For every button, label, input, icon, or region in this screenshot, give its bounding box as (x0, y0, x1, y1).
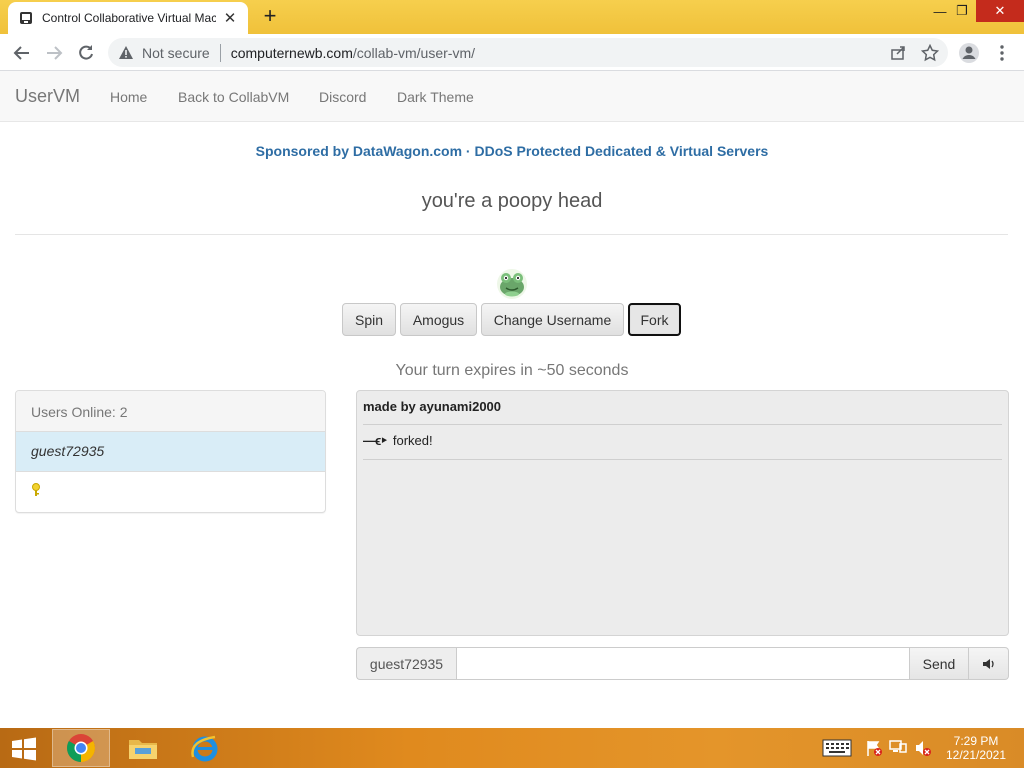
chat-panel: made by ayunami2000 —ϵ‣ forked! (356, 390, 1009, 636)
reload-button[interactable] (74, 41, 98, 65)
volume-icon (982, 658, 994, 669)
volume-button[interactable] (969, 647, 1009, 680)
flag-alert-icon (867, 741, 882, 756)
url-domain: computernewb.com (230, 44, 353, 61)
network-button[interactable] (887, 738, 909, 758)
keyboard-icon (822, 739, 852, 757)
warning-icon (119, 45, 133, 59)
windows-taskbar: 7:29 PM 12/21/2021 (0, 728, 1024, 768)
site-brand[interactable]: UserVM (15, 86, 80, 107)
chat-input-group: guest72935 Send (356, 647, 1009, 680)
taskbar-internet-explorer[interactable] (176, 729, 234, 767)
clock-time: 7:29 PM (953, 734, 999, 748)
change-username-button[interactable]: Change Username (481, 303, 624, 336)
profile-avatar-icon (959, 43, 979, 63)
tab-close-icon[interactable]: ✕ (222, 9, 238, 27)
frog-icon (497, 269, 527, 299)
reload-icon (79, 45, 93, 60)
user-list-item-icon-row[interactable] (16, 472, 325, 512)
spin-button[interactable]: Spin (342, 303, 396, 336)
share-button[interactable] (886, 41, 910, 65)
profile-button[interactable] (957, 41, 981, 65)
chat-username-label: guest72935 (356, 647, 456, 680)
clock-date: 12/21/2021 (945, 748, 1007, 762)
chat-input[interactable] (456, 647, 910, 680)
motd-heading: you're a poopy head (421, 190, 603, 212)
forward-arrow-icon (47, 46, 63, 60)
chat-message: —ϵ‣ forked! (363, 425, 1002, 460)
url-separator (219, 43, 221, 62)
divider (15, 234, 1008, 235)
network-icon (889, 740, 907, 753)
windows-start-icon[interactable] (6, 736, 42, 762)
tab-title: Control Collaborative Virtual Mac (42, 11, 216, 25)
fork-button[interactable]: Fork (628, 303, 681, 336)
taskbar-chrome[interactable] (52, 729, 110, 767)
address-bar[interactable]: Not secure computernewb.com /collab-vm/u… (108, 38, 948, 67)
security-label: Not secure (142, 44, 210, 61)
back-arrow-icon (13, 46, 29, 60)
url-path: /collab-vm/user-vm/ (352, 44, 476, 61)
send-button[interactable]: Send (910, 647, 969, 680)
users-panel: Users Online: 2 guest72935 (15, 390, 326, 513)
nav-discord[interactable]: Discord (319, 89, 366, 105)
forward-button[interactable] (42, 41, 66, 65)
back-button[interactable] (10, 41, 34, 65)
sponsor-link[interactable]: Sponsored by DataWagon.com · DDoS Protec… (0, 143, 1024, 159)
key-icon (32, 483, 40, 496)
browser-tab[interactable]: Control Collaborative Virtual Mac ✕ (8, 2, 248, 34)
folder-icon (129, 740, 157, 759)
volume-muted-icon (916, 741, 931, 756)
browser-toolbar: Not secure computernewb.com /collab-vm/u… (0, 34, 1024, 71)
user-list-item[interactable]: guest72935 (16, 432, 325, 472)
keyboard-tray-button[interactable] (822, 738, 852, 758)
kebab-menu-icon (1000, 45, 1004, 61)
internet-explorer-icon (191, 735, 218, 762)
users-online-header: Users Online: 2 (16, 391, 325, 432)
volume-tray-button[interactable] (912, 738, 934, 758)
site-navbar: UserVM Home Back to CollabVM Discord Dar… (0, 71, 1024, 122)
star-icon (921, 44, 939, 62)
nav-home[interactable]: Home (110, 89, 147, 105)
action-center-button[interactable] (863, 738, 885, 758)
nav-back-to-collabvm[interactable]: Back to CollabVM (178, 89, 289, 105)
new-tab-button[interactable]: + (258, 5, 282, 29)
amogus-button[interactable]: Amogus (400, 303, 477, 336)
close-window-button[interactable]: ✕ (976, 0, 1024, 22)
nav-dark-theme[interactable]: Dark Theme (397, 89, 474, 105)
collabvm-favicon-icon (20, 12, 32, 24)
share-icon (891, 46, 905, 60)
turn-timer: Your turn expires in ~50 seconds (395, 362, 629, 379)
bookmark-button[interactable] (918, 41, 942, 65)
chat-message-text: forked! (392, 433, 433, 448)
chrome-icon (67, 734, 95, 762)
system-clock[interactable]: 7:29 PM 12/21/2021 (936, 734, 1016, 762)
chat-message-prefix: —ϵ‣ (363, 433, 388, 448)
taskbar-file-explorer[interactable] (114, 729, 172, 767)
menu-button[interactable] (990, 41, 1014, 65)
chat-message: made by ayunami2000 (363, 391, 1002, 425)
browser-titlebar: Control Collaborative Virtual Mac ✕ + — … (0, 0, 1024, 34)
